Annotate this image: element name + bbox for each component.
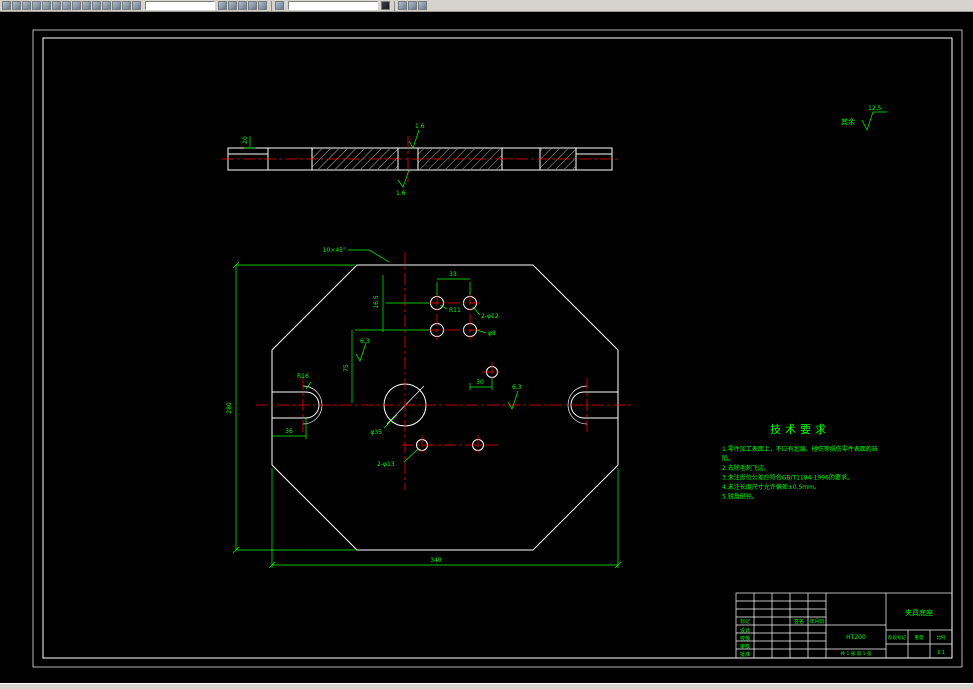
dim-label: 16.5 (373, 295, 380, 309)
roughness-label: 1.6 (415, 123, 425, 130)
dim-label: 30 (476, 379, 484, 386)
settings-icon[interactable] (408, 1, 417, 10)
model-space-icon[interactable] (381, 1, 390, 10)
copy-icon[interactable] (72, 1, 81, 10)
chamfer-note: 10×45° (323, 247, 346, 254)
toolbar-separator (271, 0, 272, 11)
about-icon[interactable] (418, 1, 427, 10)
radius-note: R16 (297, 373, 309, 380)
print-icon[interactable] (32, 1, 41, 10)
title-block: 标记 签名 年月日 设计 校核 审核 批准 HT200 共 1 张 第 1 张 … (735, 592, 953, 659)
tb-label-stage: 阶段标记 (888, 634, 906, 641)
roughness-prefix: 其余 (841, 117, 855, 126)
tb-label-scale: 比例 (937, 634, 946, 641)
tech-req-line: 陷。 (722, 455, 734, 463)
dim-label: 340 (430, 557, 442, 564)
layer-combo[interactable] (145, 1, 215, 10)
status-bar (0, 683, 973, 689)
tb-part-name: 夹具底座 (905, 608, 933, 617)
spell-icon[interactable] (52, 1, 61, 10)
tech-req-line: 4.未注长度尺寸允许偏差±0.5mm。 (722, 483, 820, 491)
dim-label: 20 (242, 136, 249, 144)
tb-label-audit: 审核 (740, 643, 750, 650)
roughness-symbol-icon (861, 111, 887, 131)
tb-label-mark: 标记 (740, 618, 750, 625)
tech-req-line: 5.锐角倒钝。 (722, 493, 758, 501)
layer-icon[interactable] (218, 1, 227, 10)
open-icon[interactable] (12, 1, 21, 10)
tb-material: HT200 (846, 634, 866, 641)
radius-note: R11 (449, 307, 461, 314)
toolbar-separator-2 (394, 0, 395, 11)
hole-note: φ8 (488, 330, 496, 337)
holes-note: 2-φ12 (481, 313, 499, 320)
general-roughness-note: 其余 12.5 (841, 105, 887, 131)
center-dia-label: φ35 (370, 429, 382, 436)
toolbar (0, 0, 973, 12)
redo-icon[interactable] (112, 1, 121, 10)
title-block-grid (736, 593, 952, 658)
tb-sheet-info: 共 1 张 第 1 张 (841, 650, 872, 657)
tb-label-design: 设计 (740, 627, 750, 634)
tech-req-line: 1.零件加工表面上，不应有划痕、碰伤等损伤零件表面的缺 (722, 445, 878, 453)
plan-centerlines (256, 252, 634, 490)
dim-label: 33 (449, 271, 457, 278)
roughness-label: 1.6 (396, 190, 406, 197)
technical-requirements: 技术要求 1.零件加工表面上，不应有划痕、碰伤等损伤零件表面的缺 陷。 2.去除… (722, 423, 878, 501)
tb-scale-value: 1:1 (937, 650, 945, 656)
save-icon[interactable] (22, 1, 31, 10)
section-centerlines (222, 136, 618, 182)
plan-view: 10×45° 280 340 36 16.5 33 R11 2-φ12 φ8 7… (226, 247, 634, 569)
cad-drawing[interactable]: 20 1.6 1.6 10×45° 280 340 36 16.5 33 R11 (0, 12, 973, 683)
new-icon[interactable] (2, 1, 11, 10)
pan-icon[interactable] (122, 1, 131, 10)
roughness-label: 6.3 (512, 384, 522, 391)
tb-label-weight: 重量 (915, 634, 924, 641)
linetype-icon[interactable] (248, 1, 257, 10)
zoom-icon[interactable] (132, 1, 141, 10)
tb-label-check: 校核 (740, 635, 750, 642)
undo-icon[interactable] (102, 1, 111, 10)
roughness-label: 6.3 (360, 338, 370, 345)
layer-state-icon[interactable] (228, 1, 237, 10)
preview-icon[interactable] (42, 1, 51, 10)
holes-note: 2-φ13 (377, 461, 395, 468)
paste-icon[interactable] (82, 1, 91, 10)
properties-icon[interactable] (275, 1, 284, 10)
tech-req-line: 3.未注形位公差应符合GB/T1184-1996的要求。 (722, 474, 853, 482)
section-view: 20 1.6 1.6 (222, 123, 618, 197)
color-icon[interactable] (238, 1, 247, 10)
dim-label: 280 (226, 402, 233, 414)
lineweight-icon[interactable] (258, 1, 267, 10)
dim-label: 75 (343, 364, 350, 372)
roughness-value: 12.5 (868, 105, 882, 112)
tb-label-date: 年月日 (809, 618, 824, 625)
sheet-frame (32, 29, 963, 668)
help-icon[interactable] (398, 1, 407, 10)
dim-label: 36 (285, 428, 293, 435)
tb-label-sign: 签名 (794, 618, 804, 625)
tech-req-line: 2.去除毛刺飞边。 (722, 464, 770, 472)
style-combo[interactable] (288, 1, 378, 10)
cut-icon[interactable] (62, 1, 71, 10)
tech-req-title: 技术要求 (770, 423, 830, 436)
tb-label-approve: 批准 (740, 651, 750, 658)
match-properties-icon[interactable] (92, 1, 101, 10)
drawing-canvas[interactable]: 20 1.6 1.6 10×45° 280 340 36 16.5 33 R11 (0, 12, 973, 683)
